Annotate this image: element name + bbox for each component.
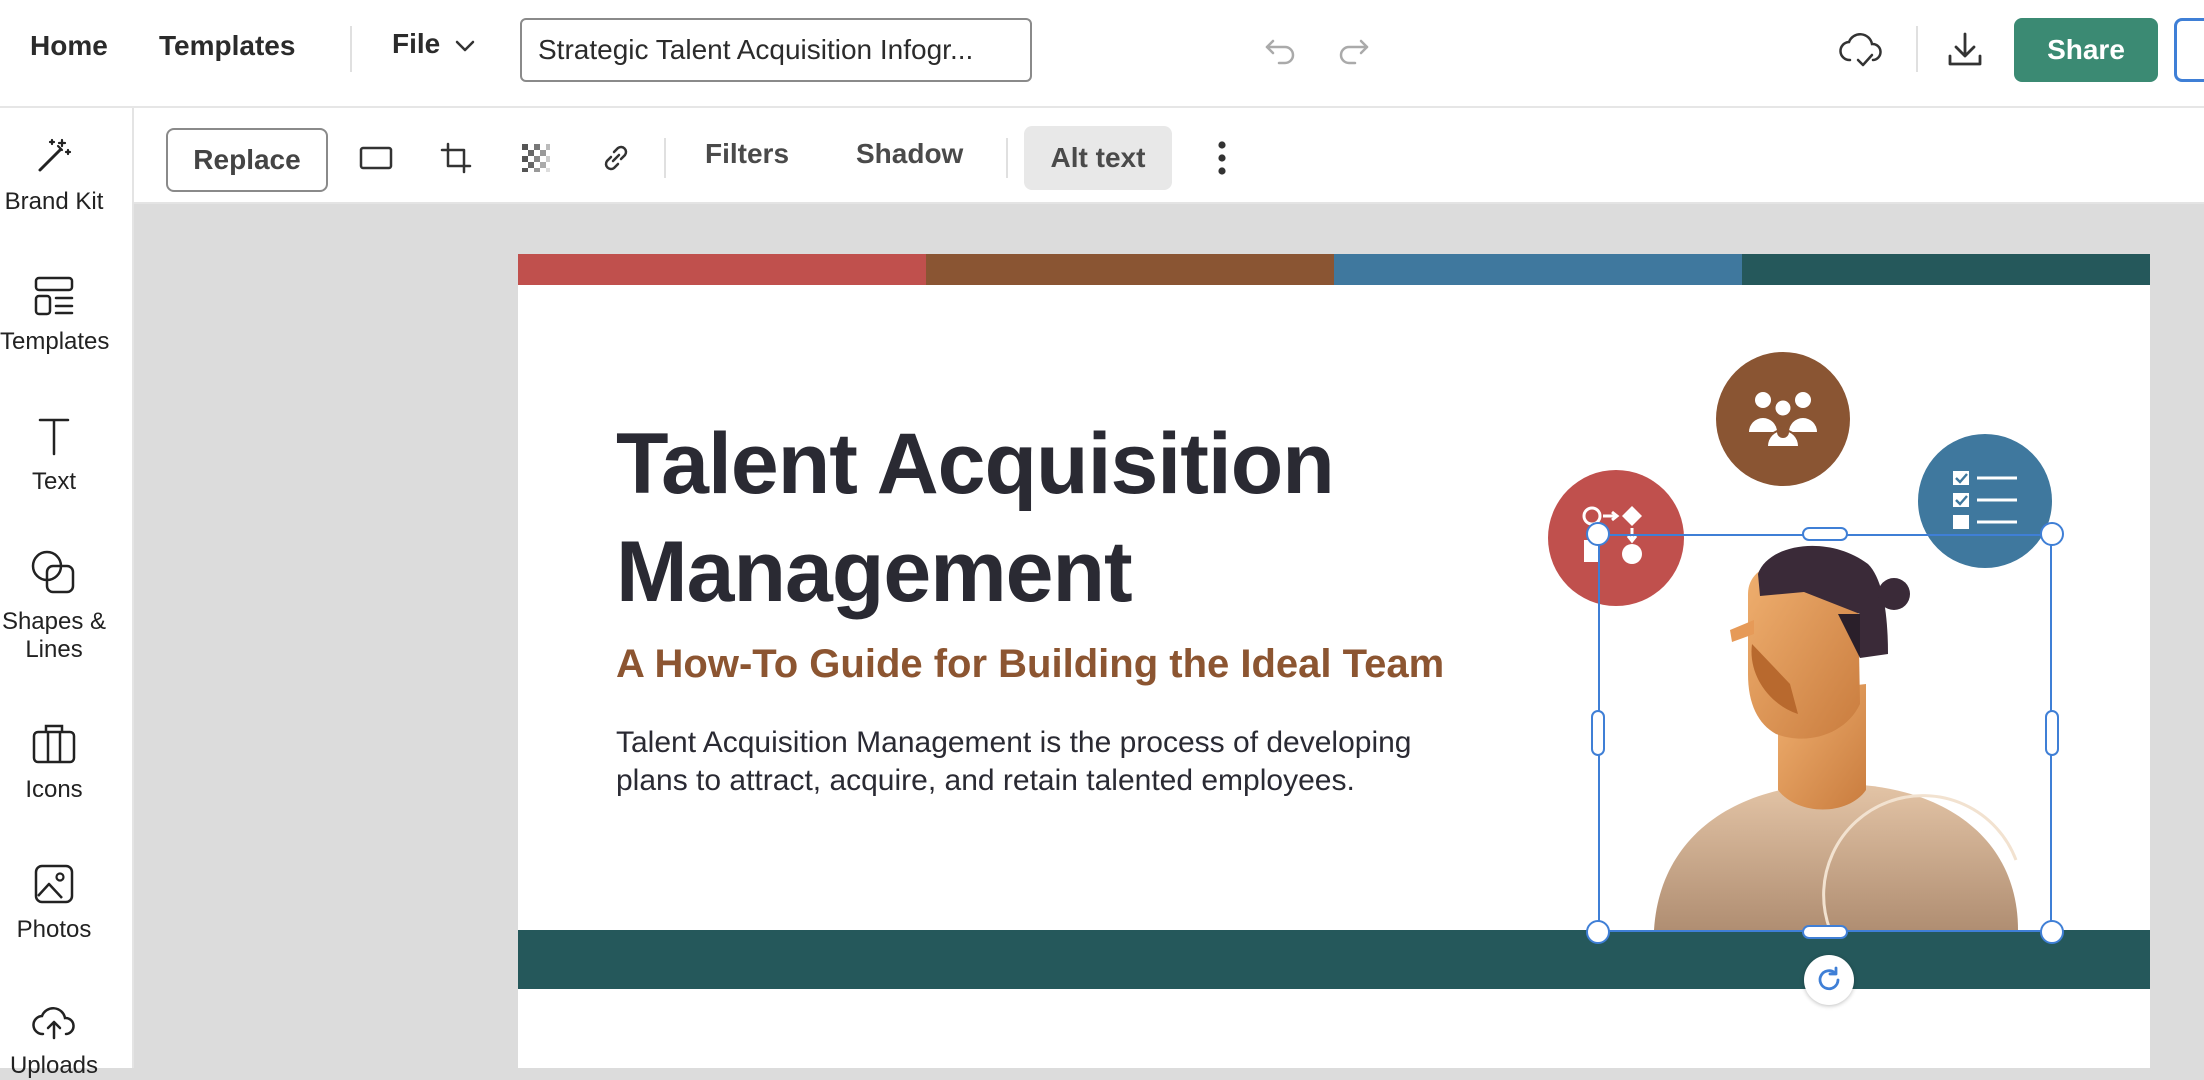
- left-sidebar: Brand Kit Templates Text Shapes & Lines …: [0, 108, 134, 1079]
- frame-icon[interactable]: [354, 136, 398, 180]
- download-icon[interactable]: [1940, 24, 1990, 76]
- photo-icon: [0, 862, 108, 906]
- briefcase-icon: [0, 722, 108, 766]
- sidebar-item-icons[interactable]: Icons: [0, 722, 108, 804]
- divider: [350, 26, 352, 72]
- file-menu-label: File: [392, 28, 441, 59]
- resize-handle-right[interactable]: [2045, 710, 2059, 756]
- replace-button[interactable]: Replace: [166, 128, 328, 192]
- color-stripe: [926, 254, 1334, 285]
- headline-line: Talent Acquisition: [616, 416, 1335, 512]
- image-toolbar: Replace Filters Shadow Alt text: [134, 108, 2204, 204]
- team-icon[interactable]: [1716, 352, 1850, 486]
- resize-handle-top-left[interactable]: [1586, 522, 1610, 546]
- alt-text-button[interactable]: Alt text: [1024, 126, 1172, 190]
- magic-wand-icon: [0, 134, 108, 178]
- shapes-icon: [0, 548, 108, 598]
- sidebar-item-label: Brand Kit: [4, 188, 104, 215]
- divider: [664, 138, 666, 178]
- color-stripe: [1742, 254, 2150, 285]
- resize-handle-top-right[interactable]: [2040, 522, 2064, 546]
- sidebar-item-shapes[interactable]: Shapes & Lines: [0, 548, 108, 664]
- sidebar-item-uploads[interactable]: Uploads: [0, 1002, 108, 1080]
- rotate-icon[interactable]: [1804, 955, 1854, 1005]
- chevron-down-icon: [454, 28, 476, 60]
- file-menu[interactable]: File: [392, 28, 476, 60]
- document-title-input[interactable]: [520, 18, 1032, 82]
- sidebar-item-label: Uploads: [9, 1052, 99, 1079]
- nav-templates[interactable]: Templates: [159, 30, 295, 62]
- sidebar-item-label: Photos: [16, 916, 92, 943]
- top-bar: Home Templates File Share: [0, 0, 2204, 108]
- sidebar-item-label: Templates: [0, 328, 110, 355]
- sidebar-item-label: Icons: [25, 776, 83, 803]
- resize-handle-bottom[interactable]: [1802, 925, 1848, 939]
- cloud-saved-icon[interactable]: [1834, 24, 1888, 76]
- resize-handle-bottom-right[interactable]: [2040, 920, 2064, 944]
- text-icon: [0, 414, 108, 458]
- divider: [1916, 26, 1918, 72]
- resize-handle-bottom-left[interactable]: [1586, 920, 1610, 944]
- color-stripe: [1334, 254, 1742, 285]
- resize-handle-top[interactable]: [1802, 527, 1848, 541]
- transparency-icon[interactable]: [514, 136, 558, 180]
- footer-band[interactable]: [518, 930, 2150, 989]
- resize-handle-left[interactable]: [1591, 710, 1605, 756]
- subheadline[interactable]: A How-To Guide for Building the Ideal Te…: [616, 642, 1444, 687]
- sidebar-item-templates[interactable]: Templates: [0, 274, 110, 356]
- upload-cloud-icon: [0, 1002, 108, 1042]
- link-icon[interactable]: [594, 136, 638, 180]
- sidebar-item-photos[interactable]: Photos: [0, 862, 108, 944]
- sidebar-item-text[interactable]: Text: [0, 414, 108, 496]
- sidebar-item-label: Shapes &: [1, 608, 107, 635]
- headline-line: Management: [616, 524, 1133, 620]
- headline[interactable]: Talent Acquisition Management: [616, 410, 1335, 626]
- present-button[interactable]: [2174, 18, 2204, 82]
- undo-icon[interactable]: [1258, 28, 1302, 72]
- redo-icon[interactable]: [1332, 28, 1376, 72]
- divider: [1006, 138, 1008, 178]
- person-illustration[interactable]: [1598, 534, 2052, 930]
- filters-button[interactable]: Filters: [705, 138, 789, 170]
- templates-icon: [0, 274, 108, 318]
- sidebar-item-label-line2: Lines: [25, 636, 83, 663]
- body-line: Talent Acquisition Management is the pro…: [616, 726, 1412, 759]
- more-options-icon[interactable]: [1200, 136, 1244, 180]
- nav-home[interactable]: Home: [30, 30, 108, 62]
- body-line: plans to attract, acquire, and retain ta…: [616, 764, 1355, 797]
- shadow-button[interactable]: Shadow: [856, 138, 963, 170]
- canvas-page[interactable]: Talent Acquisition Management A How-To G…: [518, 254, 2150, 1068]
- color-stripe: [518, 254, 926, 285]
- share-button[interactable]: Share: [2014, 18, 2158, 82]
- crop-icon[interactable]: [434, 136, 478, 180]
- body-text[interactable]: Talent Acquisition Management is the pro…: [616, 724, 1516, 800]
- sidebar-item-brand-kit[interactable]: Brand Kit: [0, 134, 108, 216]
- sidebar-item-label: Text: [31, 468, 76, 495]
